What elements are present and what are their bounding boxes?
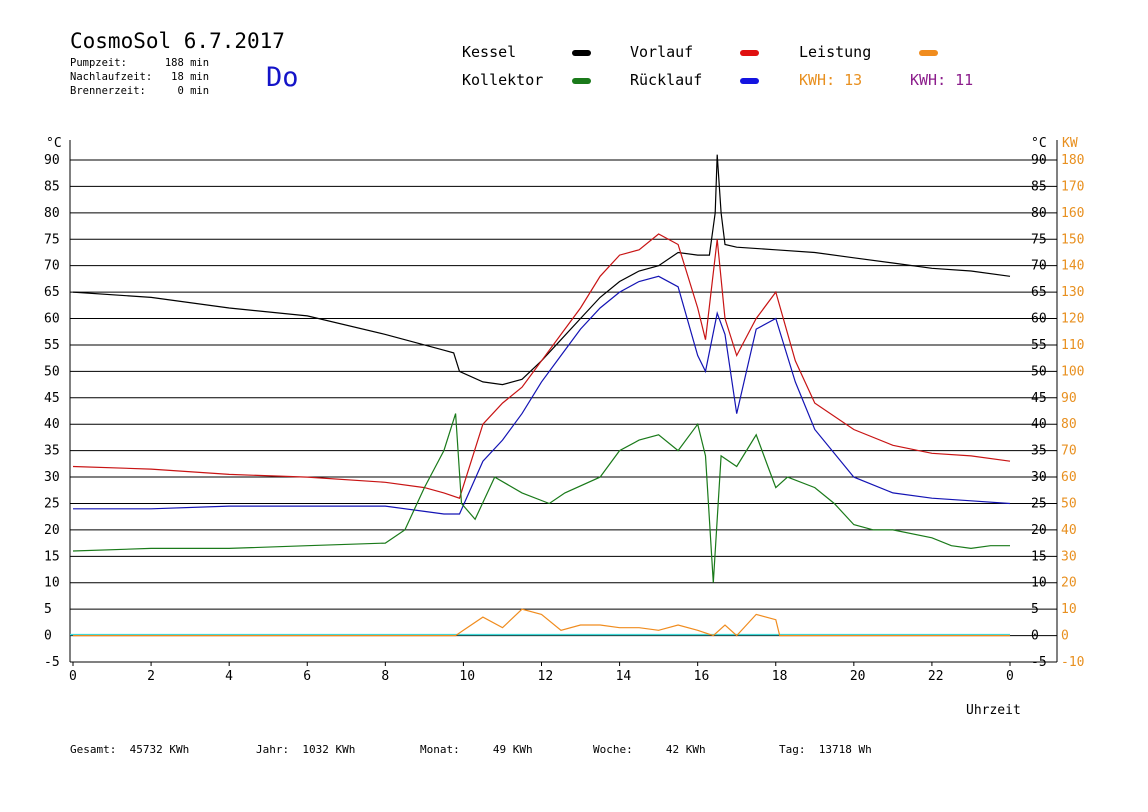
y2-tick-label: 30: [1061, 549, 1077, 564]
y-tick-label: 45: [44, 391, 60, 406]
y2-tick-label: 80: [1061, 417, 1077, 432]
series-kollektor-line: [72, 413, 1010, 583]
y2-axis-unit: KW: [1062, 136, 1078, 151]
y-tick-label: 65: [44, 285, 60, 300]
y2-tick-label: -10: [1061, 655, 1084, 670]
y-tick-label-right: 55: [1031, 338, 1047, 353]
y-tick-label-right: 45: [1031, 391, 1047, 406]
y-tick-label-right: 25: [1031, 496, 1047, 511]
chart-axes: [69, 140, 1058, 666]
series-kessel-line: [72, 154, 1011, 386]
x-tick-label: 16: [694, 669, 710, 684]
x-tick-label: 22: [928, 669, 944, 684]
y-tick-label-right: 20: [1031, 523, 1047, 538]
series-leistung-line: [73, 608, 1010, 637]
y2-tick-label: 20: [1061, 576, 1077, 591]
y-tick-label-right: 90: [1031, 153, 1047, 168]
y2-tick-label: 100: [1061, 364, 1084, 379]
y2-tick-label: 120: [1061, 312, 1084, 327]
x-tick-label: 12: [538, 669, 554, 684]
y-tick-label: 30: [44, 470, 60, 485]
y2-tick-label: 40: [1061, 523, 1077, 538]
y2-tick-label: 90: [1061, 391, 1077, 406]
y-tick-label: 20: [44, 523, 60, 538]
y-tick-label: 15: [44, 549, 60, 564]
y-tick-label-right: 15: [1031, 549, 1047, 564]
y2-tick-label: 50: [1061, 496, 1077, 511]
series-vorlauf-line: [72, 233, 1011, 499]
y-tick-label: 40: [44, 417, 60, 432]
y-tick-label-right: 30: [1031, 470, 1047, 485]
y-tick-label: 25: [44, 496, 60, 511]
y-tick-label: -5: [44, 655, 60, 670]
y2-tick-label: 130: [1061, 285, 1084, 300]
x-tick-label: 10: [459, 669, 475, 684]
y2-tick-label: 0: [1061, 629, 1069, 644]
y-tick-label: 60: [44, 312, 60, 327]
y-tick-label: 5: [44, 602, 52, 617]
x-tick-label: 8: [381, 669, 389, 684]
y2-tick-label: 10: [1061, 602, 1077, 617]
x-tick-label: 20: [850, 669, 866, 684]
y-tick-label-right: 40: [1031, 417, 1047, 432]
temperature-chart: 90 90 18085 85 17080 80 16075 75 15070 70 14065 65 1…: [44, 136, 1084, 718]
y-tick-label: 70: [44, 259, 60, 274]
y-axis-unit-left: °C: [46, 136, 62, 151]
y-tick-label: 50: [44, 364, 60, 379]
chart-series: [70, 154, 1011, 637]
y-tick-label-right: 5: [1031, 602, 1039, 617]
x-axis-label: Uhrzeit: [966, 703, 1021, 718]
x-tick-label: 0: [1006, 669, 1014, 684]
y-tick-label-right: 65: [1031, 285, 1047, 300]
x-tick-label: 6: [303, 669, 311, 684]
y-tick-label-right: -5: [1031, 655, 1047, 670]
y-tick-label-right: 50: [1031, 364, 1047, 379]
total-jahr: Jahr: 1032 KWh: [256, 743, 356, 756]
y2-tick-label: 170: [1061, 179, 1084, 194]
y2-tick-label: 140: [1061, 259, 1084, 274]
y-axis-unit-right: °C: [1031, 136, 1047, 151]
y-tick-label-right: 80: [1031, 206, 1047, 221]
x-tick-label: 4: [225, 669, 233, 684]
total-gesamt: Gesamt: 45732 KWh: [70, 743, 190, 756]
y-tick-label-right: 35: [1031, 444, 1047, 459]
y-tick-label: 55: [44, 338, 60, 353]
y2-tick-label: 150: [1061, 232, 1084, 247]
y2-tick-label: 110: [1061, 338, 1084, 353]
y2-tick-label: 180: [1061, 153, 1084, 168]
y-tick-label: 80: [44, 206, 60, 221]
y2-tick-label: 60: [1061, 470, 1077, 485]
y-tick-label: 85: [44, 179, 60, 194]
x-tick-label: 18: [772, 669, 788, 684]
y-tick-label-right: 75: [1031, 232, 1047, 247]
total-monat: Monat: 49 KWh: [420, 743, 533, 756]
x-tick-label: 2: [147, 669, 155, 684]
y-tick-label-right: 70: [1031, 259, 1047, 274]
y-tick-label: 35: [44, 444, 60, 459]
y2-tick-label: 70: [1061, 444, 1077, 459]
x-tick-label: 14: [616, 669, 632, 684]
x-tick-label: 0: [69, 669, 77, 684]
chart-tick-labels: 90 90 18085 85 17080 80 16075 75 15070 70 14065 65 1…: [44, 153, 1084, 684]
y-tick-label-right: 0: [1031, 629, 1039, 644]
total-woche: Woche: 42 KWh: [593, 743, 706, 756]
y-tick-label: 0: [44, 629, 52, 644]
y-tick-label: 75: [44, 232, 60, 247]
y-tick-label: 10: [44, 576, 60, 591]
chart-grid: [70, 159, 1057, 663]
y2-tick-label: 160: [1061, 206, 1084, 221]
y-tick-label: 90: [44, 153, 60, 168]
series-ruecklauf-line: [73, 275, 1011, 515]
y-tick-label-right: 60: [1031, 312, 1047, 327]
total-tag: Tag: 13718 Wh: [779, 743, 872, 756]
y-tick-label-right: 85: [1031, 179, 1047, 194]
y-tick-label-right: 10: [1031, 576, 1047, 591]
